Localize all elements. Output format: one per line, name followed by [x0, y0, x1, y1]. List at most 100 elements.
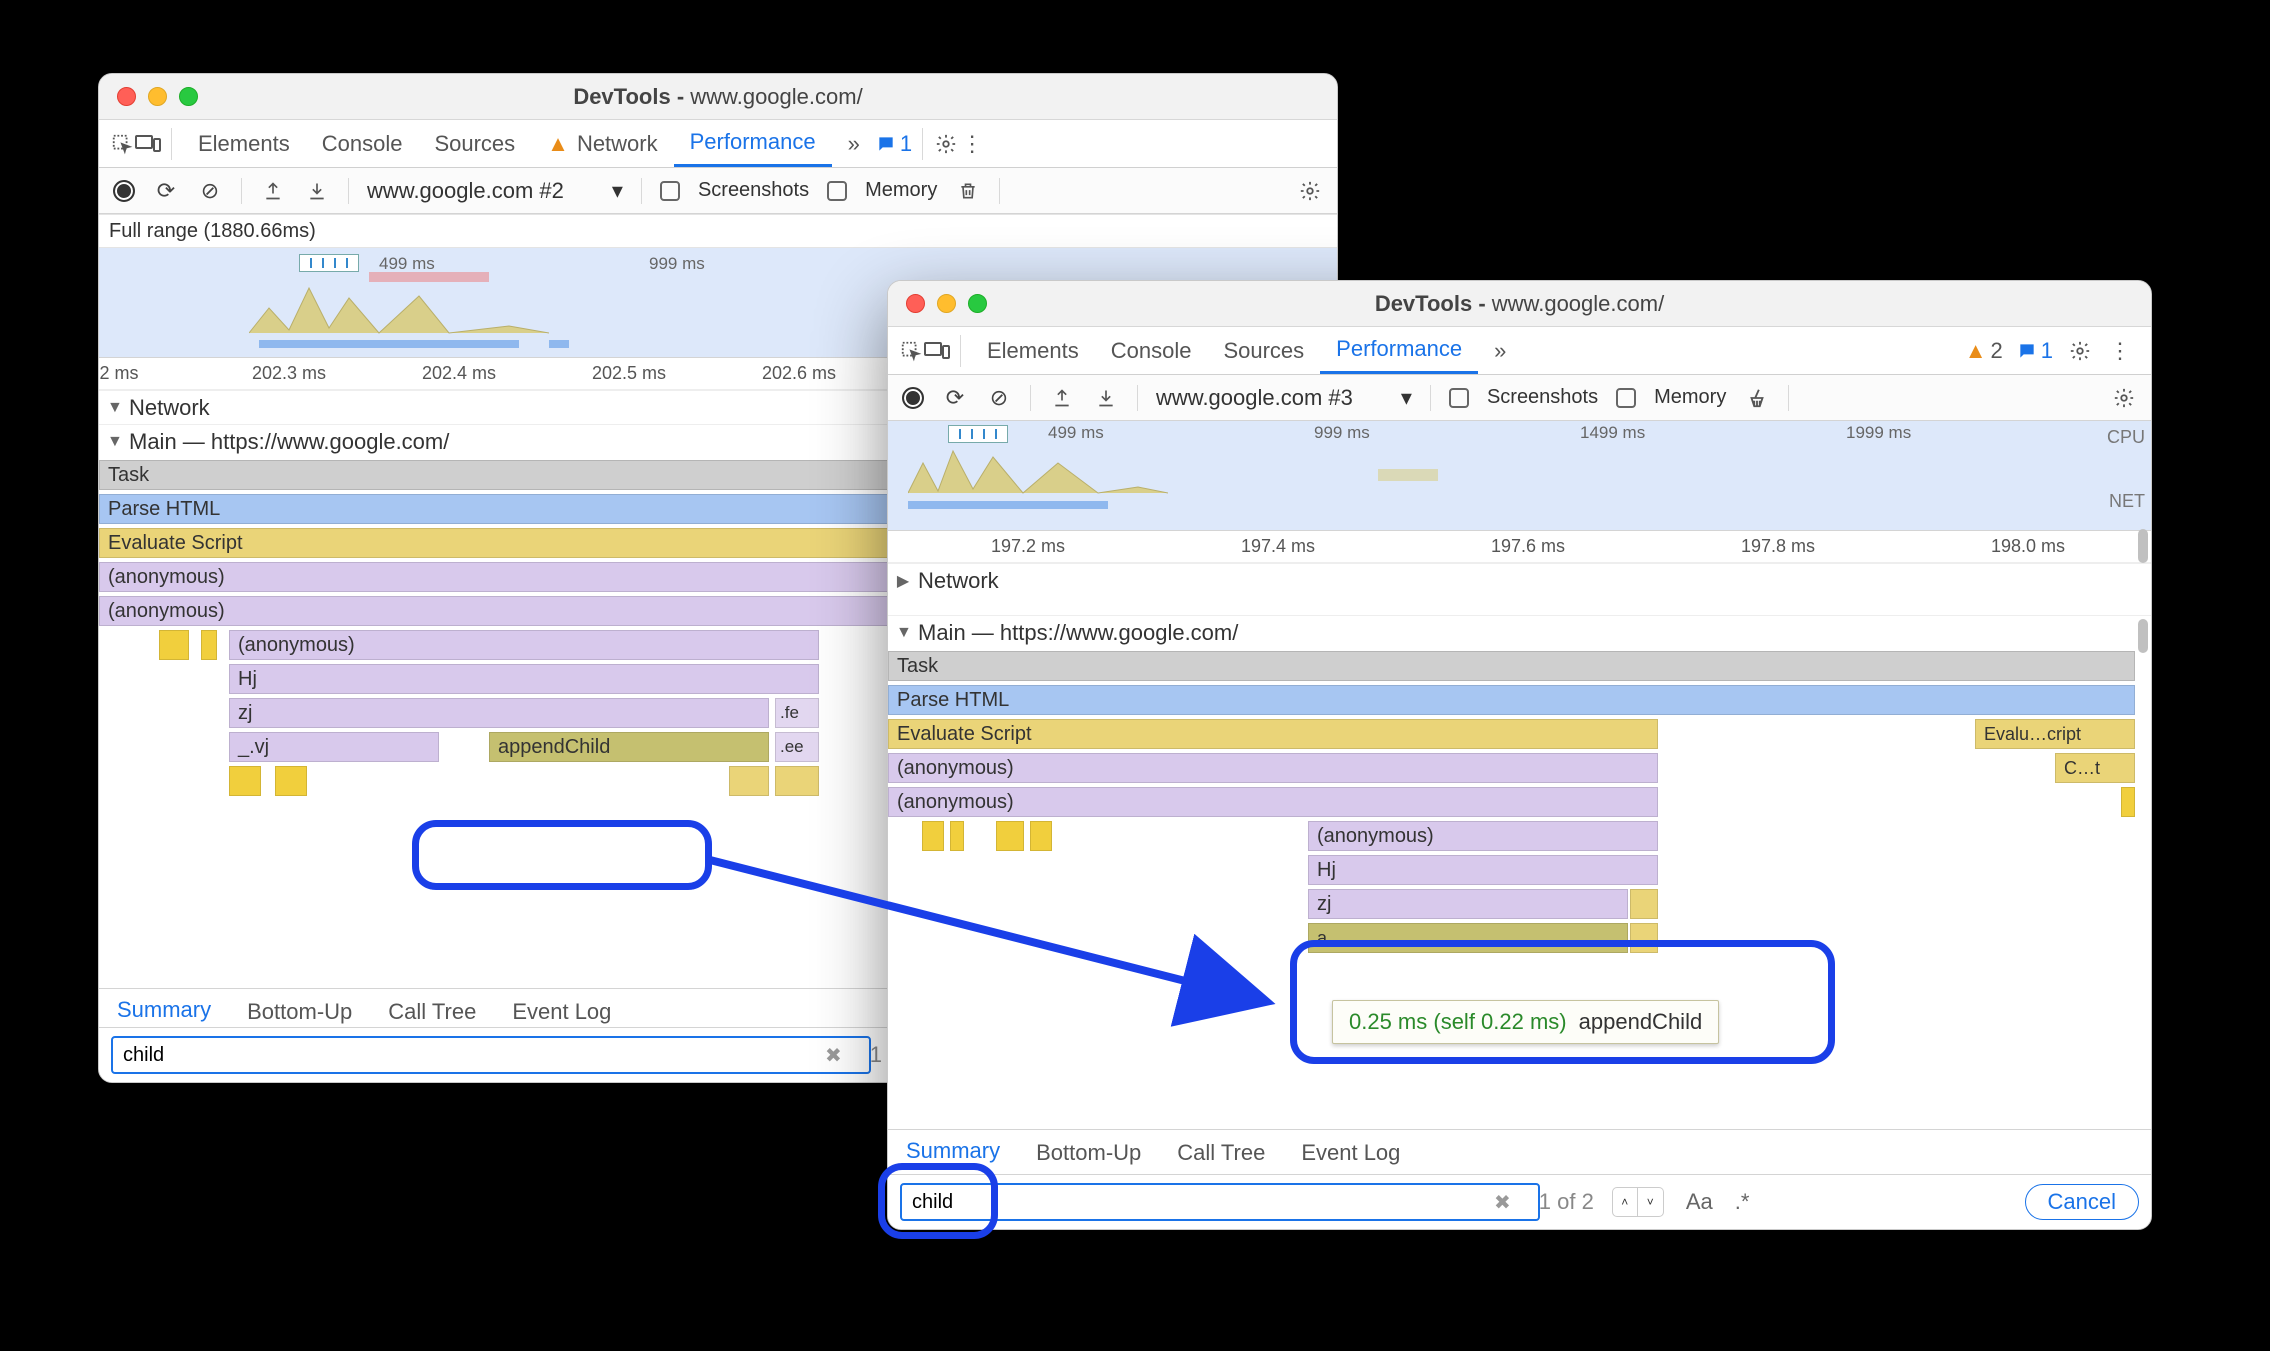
inspect-icon[interactable] — [109, 131, 135, 157]
device-toggle-icon[interactable] — [135, 131, 161, 157]
titlebar[interactable]: DevTools - www.google.com/ — [888, 281, 2151, 327]
flame-bar-anonymous[interactable]: (anonymous) — [888, 787, 1658, 817]
screenshots-checkbox[interactable] — [660, 181, 680, 201]
device-toggle-icon[interactable] — [924, 338, 950, 364]
zoom-icon[interactable] — [179, 87, 198, 106]
detail-tab-event-log[interactable]: Event Log — [1283, 1140, 1418, 1176]
clear-search-icon[interactable]: ✖ — [1494, 1190, 1511, 1215]
flame-bar-vj[interactable]: _.vj — [229, 732, 439, 762]
flame-bar-hj[interactable]: Hj — [229, 664, 819, 694]
flame-bar-small[interactable] — [1030, 821, 1052, 851]
flame-bar-fe[interactable]: .fe — [775, 698, 819, 728]
scrollbar-thumb[interactable] — [2138, 619, 2148, 653]
detail-tab-call-tree[interactable]: Call Tree — [1159, 1140, 1283, 1176]
recording-selector[interactable]: www.google.com #2 ▾ — [367, 178, 623, 204]
flame-bar-small[interactable] — [229, 766, 261, 796]
warnings-badge[interactable]: ▲2 — [1965, 338, 2003, 364]
inspect-icon[interactable] — [898, 338, 924, 364]
flame-bar-zj[interactable]: zj — [229, 698, 769, 728]
minimize-icon[interactable] — [937, 294, 956, 313]
clear-icon[interactable]: ⊘ — [986, 385, 1012, 411]
kebab-icon[interactable]: ⋮ — [2107, 338, 2133, 364]
search-input[interactable] — [111, 1036, 871, 1074]
flame-bar-parse-html[interactable]: Parse HTML — [888, 685, 2135, 715]
timeline-overview[interactable]: CPU NET 499 ms 999 ms 1499 ms 1999 ms — [888, 421, 2151, 531]
flame-bar-eval-script-2[interactable]: Evalu…cript — [1975, 719, 2135, 749]
zoom-icon[interactable] — [968, 294, 987, 313]
issues-badge[interactable]: 1 — [2017, 338, 2053, 364]
flame-bar-appendchild[interactable]: appendChild — [489, 732, 769, 762]
network-section-header[interactable]: ▶Network — [888, 563, 2151, 597]
flame-bar-ee[interactable]: .ee — [775, 732, 819, 762]
detail-tab-summary[interactable]: Summary — [888, 1138, 1018, 1177]
flame-bar-small[interactable] — [159, 630, 189, 660]
tab-elements[interactable]: Elements — [971, 327, 1095, 374]
regex-toggle[interactable]: .* — [1735, 1189, 1750, 1215]
match-case-toggle[interactable]: Aa — [1686, 1189, 1713, 1215]
recording-selector[interactable]: www.google.com #3 ▾ — [1156, 385, 1412, 411]
flame-bar-small[interactable] — [1630, 923, 1658, 953]
minimize-icon[interactable] — [148, 87, 167, 106]
cancel-button[interactable]: Cancel — [2025, 1184, 2139, 1220]
flame-bar-small[interactable] — [775, 766, 819, 796]
tab-sources[interactable]: Sources — [1207, 327, 1320, 374]
tab-sources[interactable]: Sources — [418, 120, 531, 167]
memory-checkbox[interactable] — [1616, 388, 1636, 408]
flame-bar-appendchild[interactable]: a — [1308, 923, 1628, 953]
flame-bar-small[interactable] — [201, 630, 217, 660]
flame-bar-anonymous[interactable]: (anonymous) — [229, 630, 819, 660]
flame-chart[interactable]: ▶Network ▼Main — https://www.google.com/… — [888, 563, 2151, 955]
screenshots-checkbox[interactable] — [1449, 388, 1469, 408]
search-prev-button[interactable]: ˄ — [1612, 1187, 1638, 1217]
close-icon[interactable] — [906, 294, 925, 313]
tab-performance[interactable]: Performance — [674, 120, 832, 167]
record-button[interactable] — [113, 180, 135, 202]
time-ruler[interactable]: 197.2 ms 197.4 ms 197.6 ms 197.8 ms 198.… — [888, 531, 2151, 563]
upload-icon[interactable] — [260, 178, 286, 204]
download-icon[interactable] — [304, 178, 330, 204]
flame-bar-hj[interactable]: Hj — [1308, 855, 1658, 885]
flame-bar-small[interactable] — [275, 766, 307, 796]
tab-network[interactable]: ▲Network — [531, 120, 673, 167]
tab-console[interactable]: Console — [1095, 327, 1208, 374]
memory-checkbox[interactable] — [827, 181, 847, 201]
tab-console[interactable]: Console — [306, 120, 419, 167]
search-input[interactable] — [900, 1183, 1540, 1221]
flame-bar-small[interactable] — [729, 766, 769, 796]
download-icon[interactable] — [1093, 385, 1119, 411]
flame-bar-task[interactable]: Task — [888, 651, 2135, 681]
search-next-button[interactable]: ˅ — [1638, 1187, 1664, 1217]
tab-performance[interactable]: Performance — [1320, 327, 1478, 374]
gear-icon[interactable] — [933, 131, 959, 157]
tabs-overflow[interactable]: » — [832, 120, 876, 167]
record-button[interactable] — [902, 387, 924, 409]
broom-icon[interactable] — [1744, 385, 1770, 411]
upload-icon[interactable] — [1049, 385, 1075, 411]
clear-search-icon[interactable]: ✖ — [825, 1043, 842, 1068]
titlebar[interactable]: DevTools - www.google.com/ — [99, 74, 1337, 120]
reload-icon[interactable]: ⟳ — [153, 178, 179, 204]
detail-tab-bottom-up[interactable]: Bottom-Up — [1018, 1140, 1159, 1176]
flame-bar-anonymous[interactable]: (anonymous) — [888, 753, 1658, 783]
reload-icon[interactable]: ⟳ — [942, 385, 968, 411]
flame-bar-small[interactable] — [2121, 787, 2135, 817]
close-icon[interactable] — [117, 87, 136, 106]
tab-elements[interactable]: Elements — [182, 120, 306, 167]
flame-bar-small[interactable] — [1630, 889, 1658, 919]
flame-bar-zj[interactable]: zj — [1308, 889, 1628, 919]
main-section-header[interactable]: ▼Main — https://www.google.com/ — [888, 615, 2151, 649]
tabs-overflow[interactable]: » — [1478, 327, 1522, 374]
flame-bar-small[interactable] — [950, 821, 964, 851]
flame-bar-small[interactable] — [922, 821, 944, 851]
kebab-icon[interactable]: ⋮ — [959, 131, 985, 157]
gear-icon[interactable] — [2067, 338, 2093, 364]
settings-gear-icon[interactable] — [2111, 385, 2137, 411]
settings-gear-icon[interactable] — [1297, 178, 1323, 204]
clear-icon[interactable]: ⊘ — [197, 178, 223, 204]
trash-icon[interactable] — [955, 178, 981, 204]
scrollbar-thumb[interactable] — [2138, 529, 2148, 563]
flame-bar-ct[interactable]: C…t — [2055, 753, 2135, 783]
flame-bar-eval-script[interactable]: Evaluate Script — [888, 719, 1658, 749]
flame-bar-small[interactable] — [996, 821, 1024, 851]
issues-badge[interactable]: 1 — [876, 131, 912, 157]
